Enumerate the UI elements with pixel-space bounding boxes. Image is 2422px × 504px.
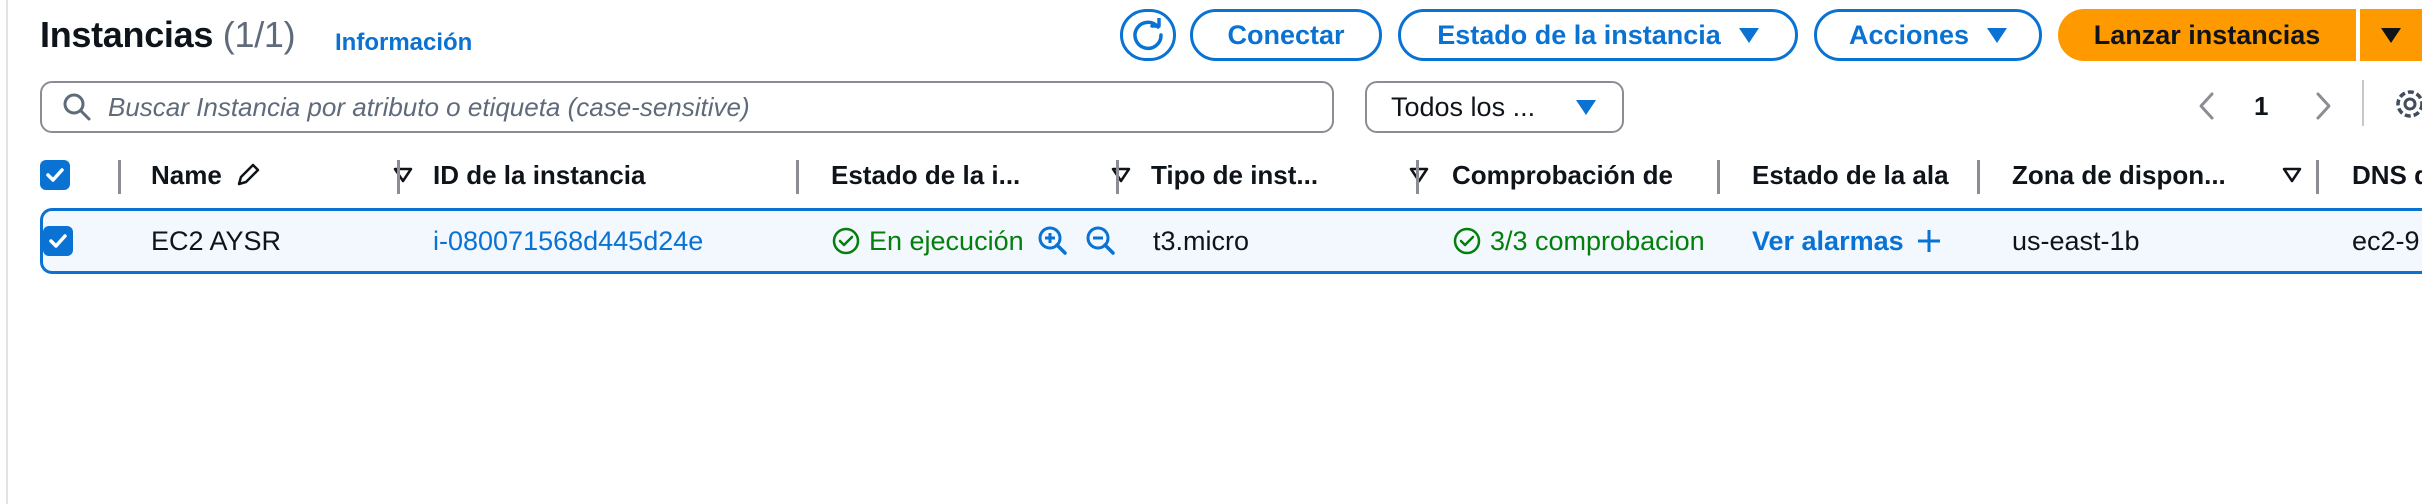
column-header-alarm[interactable]: Estado de la ala [1752,150,1990,200]
page-number[interactable]: 1 [2254,80,2268,132]
check-icon [49,234,67,248]
column-header-type[interactable]: Tipo de inst... [1151,150,1429,200]
alarm-link-text: Ver alarmas [1752,225,1904,256]
connect-button[interactable]: Conectar [1190,9,1382,61]
instance-state-button[interactable]: Estado de la instancia [1398,9,1798,61]
caret-down-icon [2381,27,2401,43]
column-label: Estado de la ala [1752,159,1949,190]
cell-instance-type: t3.micro [1153,225,1250,256]
zoom-out-icon[interactable] [1084,224,1118,258]
cell-name: EC2 AYSR [151,225,282,256]
column-divider [1977,160,1980,194]
sort-icon[interactable] [1409,167,1429,183]
column-divider [397,160,400,194]
column-header-name[interactable]: Name [151,150,413,200]
cell-dns: ec2-9 [2352,225,2420,256]
chevron-right-icon [2316,92,2331,120]
search-input[interactable]: Buscar Instancia por atributo o etiqueta… [40,81,1334,133]
column-label: DNS d [2352,159,2422,190]
column-divider [2316,160,2319,194]
column-header-state[interactable]: Estado de la i... [831,150,1131,200]
column-label: Name [151,159,222,190]
zoom-in-icon[interactable] [1036,224,1070,258]
page-title: Instancias (1/1) [40,14,296,56]
cell-availability-zone: us-east-1b [2012,225,2140,256]
chevron-left-icon [2199,92,2214,120]
actions-button[interactable]: Acciones [1814,9,2042,61]
connect-label: Conectar [1227,19,1345,50]
search-icon [63,93,91,121]
status-check-text: 3/3 comprobacion [1490,225,1705,256]
column-label: Tipo de inst... [1151,159,1319,190]
left-border [6,0,8,504]
next-page-button[interactable] [2312,80,2334,132]
refresh-icon [1133,18,1163,51]
cell-status-check: 3/3 comprobacion [1452,211,1718,271]
column-header-dns[interactable]: DNS d [2352,150,2422,200]
column-header-zone[interactable]: Zona de dispon... [2012,150,2302,200]
sort-icon[interactable] [1111,167,1131,183]
instance-id-link[interactable]: i-080071568d445d24e [433,211,793,271]
previous-page-button[interactable] [2196,80,2218,132]
column-divider [1416,160,1419,194]
caret-down-icon [1738,27,1759,43]
instance-state-label: Estado de la instancia [1437,19,1721,50]
column-label: Comprobación de [1452,159,1674,190]
view-alarms-link[interactable]: Ver alarmas [1752,211,1988,271]
column-divider [1116,160,1119,194]
checkbox-checked [40,160,70,190]
column-divider [118,160,121,194]
select-all-checkbox[interactable] [40,150,72,200]
state-filter-select[interactable]: Todos los ... [1365,81,1624,133]
column-header-status-check[interactable]: Comprobación de [1452,150,1714,200]
column-label: ID de la instancia [433,159,646,190]
table-header: Name ID de la instancia Estado de la i..… [40,150,2422,200]
plus-icon[interactable] [1916,228,1942,254]
column-divider [796,160,799,194]
info-link[interactable]: Información [335,29,472,57]
pencil-icon [237,163,260,186]
table-row[interactable]: EC2 AYSR i-080071568d445d24e En ejecució… [40,208,2422,274]
cell-state: En ejecución [831,211,1161,271]
preferences-button[interactable] [2386,80,2422,133]
column-header-instance-id[interactable]: ID de la instancia [433,150,793,200]
instance-count: (1/1) [222,14,296,55]
sort-icon[interactable] [393,167,413,183]
checkbox-checked [43,226,73,256]
search-placeholder: Buscar Instancia por atributo o etiqueta… [108,91,750,122]
title-text: Instancias [40,14,214,55]
launch-options-button[interactable] [2360,9,2422,61]
pager-divider [2362,80,2364,126]
launch-label: Lanzar instancias [2093,19,2321,50]
refresh-button[interactable] [1120,9,1176,61]
row-checkbox[interactable] [43,211,75,271]
caret-down-icon [1987,27,2008,43]
check-icon [46,168,64,182]
column-divider [1717,160,1720,194]
sort-icon[interactable] [2282,167,2302,183]
caret-down-icon [1576,99,1596,115]
actions-label: Acciones [1848,19,1970,50]
gear-icon [2396,90,2422,118]
success-check-circle-icon [832,227,860,255]
filter-value: Todos los ... [1391,91,1536,122]
launch-instances-button[interactable]: Lanzar instancias [2058,9,2356,61]
state-text: En ejecución [869,225,1024,256]
column-label: Estado de la i... [831,159,1021,190]
success-check-circle-icon [1453,227,1481,255]
column-label: Zona de dispon... [2012,159,2226,190]
